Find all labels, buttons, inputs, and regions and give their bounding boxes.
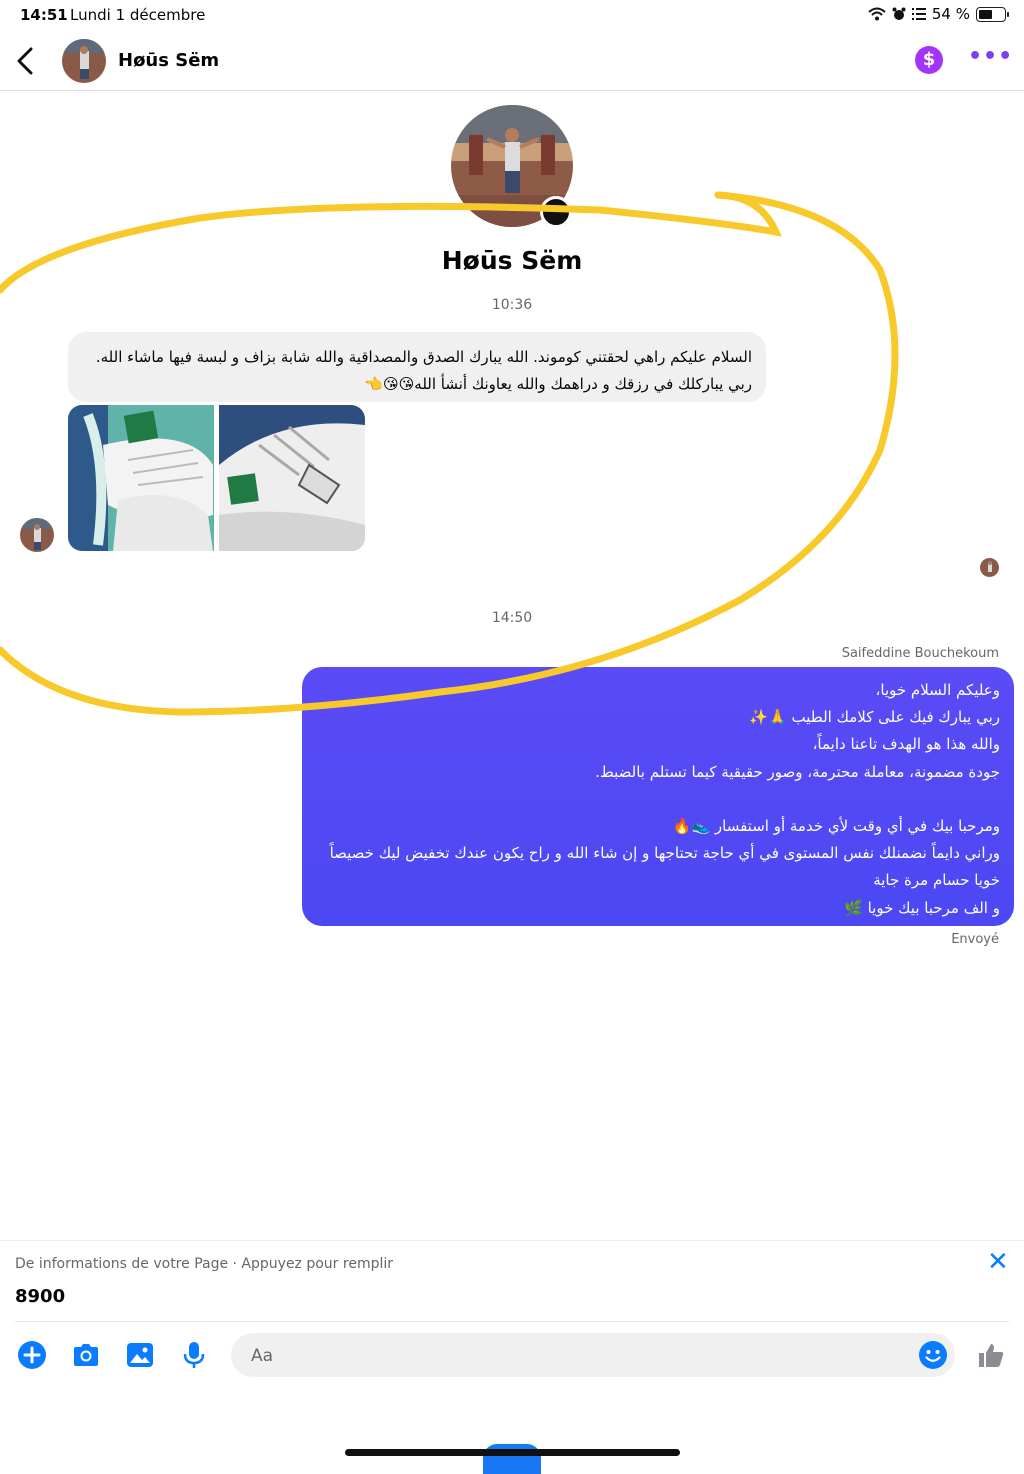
alarm-icon [892, 7, 906, 20]
avatar[interactable] [20, 518, 54, 552]
contact-name[interactable]: Høūs Sëm [118, 50, 219, 71]
emoji-icon[interactable] [918, 1340, 948, 1370]
suggestion-label: De informations de votre Page · Appuyez … [15, 1256, 394, 1272]
timestamp: 14:50 [491, 610, 533, 626]
more-options-button[interactable]: ••• [968, 44, 1013, 69]
status-time: 14:51 [20, 6, 68, 24]
divider [15, 1321, 1009, 1322]
timestamp: 10:36 [491, 297, 533, 313]
camera-icon[interactable] [71, 1340, 101, 1370]
battery-percent: 54 % [931, 5, 970, 23]
sender-name: Saifeddine Bouchekoum [841, 646, 999, 661]
list-icon [911, 8, 926, 20]
shoe-photo[interactable] [219, 405, 365, 551]
status-date: Lundi 1 décembre [70, 6, 206, 24]
messenger-badge-icon [540, 196, 572, 228]
battery-icon [976, 6, 1009, 22]
profile-name: Høūs Sëm [441, 246, 583, 275]
sent-message-bubble[interactable]: وعليكم السلام خويا، ربي يبارك فيك على كل… [302, 667, 1014, 926]
close-icon[interactable]: ✕ [987, 1247, 1009, 1277]
message-input[interactable] [249, 1333, 903, 1379]
suggestion-value[interactable]: 8900 [15, 1286, 65, 1307]
image-icon[interactable] [125, 1340, 155, 1370]
avatar[interactable] [62, 39, 106, 83]
shoe-photo[interactable] [68, 405, 214, 551]
autofill-suggestion[interactable]: De informations de votre Page · Appuyez … [0, 1240, 1024, 1323]
sent-message-text: وعليكم السلام خويا، ربي يبارك فيك على كل… [329, 681, 1000, 917]
received-message-bubble[interactable]: السلام عليكم راهي لحقتني كوموند. الله يب… [68, 332, 766, 402]
home-indicator [345, 1449, 680, 1456]
chevron-left-icon[interactable] [14, 46, 36, 76]
status-icons: 54 % [868, 5, 1009, 23]
microphone-icon[interactable] [179, 1340, 209, 1370]
wifi-icon [868, 7, 886, 21]
like-icon[interactable] [976, 1340, 1006, 1370]
conversation-header: Høūs Sëm $ ••• [0, 32, 1024, 91]
message-input-container[interactable] [231, 1333, 955, 1379]
plus-icon[interactable] [17, 1340, 47, 1370]
received-message-text: السلام عليكم راهي لحقتني كوموند. الله يب… [95, 348, 752, 393]
dollar-icon[interactable]: $ [915, 46, 943, 74]
seen-indicator-avatar [980, 558, 999, 577]
message-status: Envoyé [951, 932, 999, 947]
